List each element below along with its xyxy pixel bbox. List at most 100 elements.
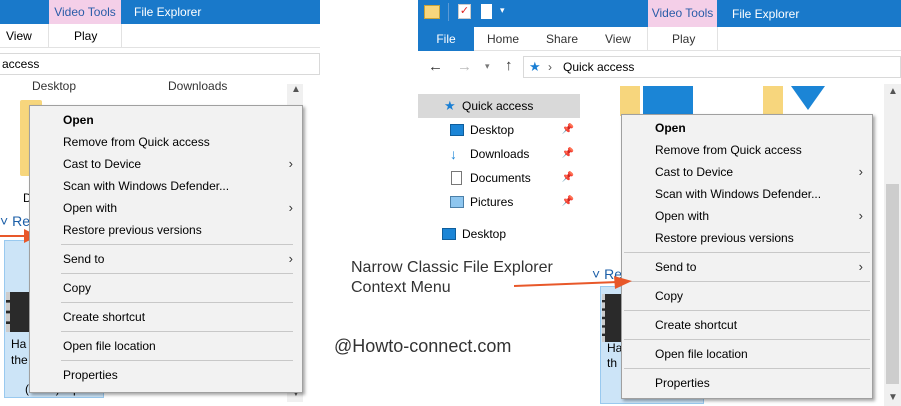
menu-item-remove-quick-access[interactable]: Remove from Quick access <box>622 139 872 161</box>
scroll-thumb[interactable] <box>886 184 899 384</box>
desktop-folder-icon <box>643 86 693 114</box>
ribbon-divider <box>121 24 122 48</box>
menu-item-open-with[interactable]: Open with › <box>30 197 302 219</box>
ribbon-divider <box>647 27 648 51</box>
menu-separator <box>61 360 293 361</box>
right-address-bar[interactable]: ★ › Quick access <box>523 56 901 78</box>
tab-play[interactable]: Play <box>672 27 695 51</box>
submenu-arrow-icon: › <box>858 259 863 274</box>
left-ribbon: View Play <box>0 24 320 48</box>
left-item-downloads[interactable]: Downloads <box>168 79 227 93</box>
star-icon: ★ <box>444 98 456 113</box>
navigation-pane: ★ Quick access Desktop 📌 ↓ Downloads 📌 D… <box>418 90 584 250</box>
left-window-title: File Explorer <box>134 5 202 19</box>
folder-icon[interactable] <box>424 5 440 19</box>
menu-item-properties[interactable]: Properties <box>622 372 872 394</box>
pin-icon[interactable]: 📌 <box>562 118 574 142</box>
nav-item-desktop[interactable]: Desktop 📌 <box>418 118 580 142</box>
right-context-menu: Open Remove from Quick access Cast to De… <box>621 114 873 399</box>
pin-icon[interactable]: 📌 <box>562 190 574 214</box>
star-icon: ★ <box>529 59 541 74</box>
menu-item-send-to[interactable]: Send to › <box>30 248 302 270</box>
menu-separator <box>624 368 870 369</box>
right-scrollbar[interactable]: ▲ ▼ <box>884 84 901 406</box>
nav-item-quick-access[interactable]: ★ Quick access <box>418 94 580 118</box>
submenu-arrow-icon: › <box>288 200 293 215</box>
pin-icon[interactable]: 📌 <box>562 166 574 190</box>
left-address-text: access <box>2 57 40 71</box>
nav-item-desktop-root[interactable]: Desktop <box>418 222 580 246</box>
left-tab-view[interactable]: View <box>6 29 32 43</box>
left-item-desktop[interactable]: Desktop <box>32 79 76 93</box>
desktop-icon <box>450 124 464 136</box>
left-tab-play[interactable]: Play <box>74 29 97 43</box>
menu-item-scan-defender[interactable]: Scan with Windows Defender... <box>30 175 302 197</box>
scroll-up-icon[interactable]: ▲ <box>888 86 898 97</box>
ribbon-divider <box>717 27 718 51</box>
tab-share[interactable]: Share <box>546 27 578 51</box>
customize-toolbar-icon[interactable]: ▾ <box>500 5 505 16</box>
menu-item-remove-quick-access[interactable]: Remove from Quick access <box>30 131 302 153</box>
recent-locations-icon[interactable]: ▾ <box>485 61 490 72</box>
menu-item-send-to[interactable]: Send to › <box>622 256 872 278</box>
menu-item-properties[interactable]: Properties <box>30 364 302 386</box>
menu-item-create-shortcut[interactable]: Create shortcut <box>30 306 302 328</box>
tab-home[interactable]: Home <box>487 27 519 51</box>
file-name-line: Ha <box>11 337 27 351</box>
up-arrow-icon[interactable]: ↑ <box>505 57 513 74</box>
menu-item-cast-to-device[interactable]: Cast to Device › <box>30 153 302 175</box>
caption-line: Narrow Classic File Explorer <box>351 259 553 276</box>
chevron-down-icon: ˅ <box>0 213 13 229</box>
scroll-up-icon[interactable]: ▲ <box>291 84 301 95</box>
right-video-tools-tab[interactable]: Video Tools <box>648 0 717 27</box>
menu-separator <box>624 252 870 253</box>
folder-icon <box>620 86 640 116</box>
new-folder-icon[interactable] <box>481 4 492 19</box>
menu-item-open[interactable]: Open <box>622 117 872 139</box>
pictures-icon <box>450 196 464 208</box>
menu-item-open-file-location[interactable]: Open file location <box>30 335 302 357</box>
menu-separator <box>61 273 293 274</box>
nav-item-documents[interactable]: Documents 📌 <box>418 166 580 190</box>
left-video-tools-tab[interactable]: Video Tools <box>49 0 121 24</box>
submenu-arrow-icon: › <box>858 164 863 179</box>
right-window-title: File Explorer <box>732 7 800 21</box>
tab-view[interactable]: View <box>605 27 631 51</box>
tab-file[interactable]: File <box>418 27 474 51</box>
nav-item-downloads[interactable]: ↓ Downloads 📌 <box>418 142 580 166</box>
quick-access-toolbar-divider <box>448 3 449 21</box>
pin-icon[interactable]: 📌 <box>562 142 574 166</box>
left-recent-group-header[interactable]: ˅ Re <box>0 213 30 229</box>
menu-item-open[interactable]: Open <box>30 109 302 131</box>
submenu-arrow-icon: › <box>858 208 863 223</box>
scroll-down-icon[interactable]: ▼ <box>888 392 898 403</box>
submenu-arrow-icon: › <box>288 251 293 266</box>
menu-item-copy[interactable]: Copy <box>622 285 872 307</box>
menu-item-open-file-location[interactable]: Open file location <box>622 343 872 365</box>
menu-separator <box>624 281 870 282</box>
menu-item-copy[interactable]: Copy <box>30 277 302 299</box>
forward-arrow-icon[interactable]: → <box>457 58 472 75</box>
menu-item-restore-versions[interactable]: Restore previous versions <box>30 219 302 241</box>
submenu-arrow-icon: › <box>288 156 293 171</box>
download-icon: ↓ <box>450 146 457 162</box>
pointer-arrow-right <box>514 276 632 289</box>
menu-item-create-shortcut[interactable]: Create shortcut <box>622 314 872 336</box>
back-arrow-icon[interactable]: ← <box>428 58 443 75</box>
menu-item-open-with[interactable]: Open with › <box>622 205 872 227</box>
menu-separator <box>624 310 870 311</box>
file-name-line: th <box>607 356 618 370</box>
menu-separator <box>61 331 293 332</box>
downloads-folder-icon <box>783 86 833 112</box>
file-name-line: the <box>11 353 28 367</box>
address-text: Quick access <box>563 60 635 74</box>
left-address-bar[interactable]: access <box>0 53 320 75</box>
menu-item-cast-to-device[interactable]: Cast to Device › <box>622 161 872 183</box>
menu-item-restore-versions[interactable]: Restore previous versions <box>622 227 872 249</box>
menu-separator <box>61 302 293 303</box>
document-icon <box>451 171 462 185</box>
menu-item-scan-defender[interactable]: Scan with Windows Defender... <box>622 183 872 205</box>
address-separator: › <box>548 60 552 74</box>
properties-icon[interactable]: ✓ <box>458 4 471 19</box>
nav-item-pictures[interactable]: Pictures 📌 <box>418 190 580 214</box>
